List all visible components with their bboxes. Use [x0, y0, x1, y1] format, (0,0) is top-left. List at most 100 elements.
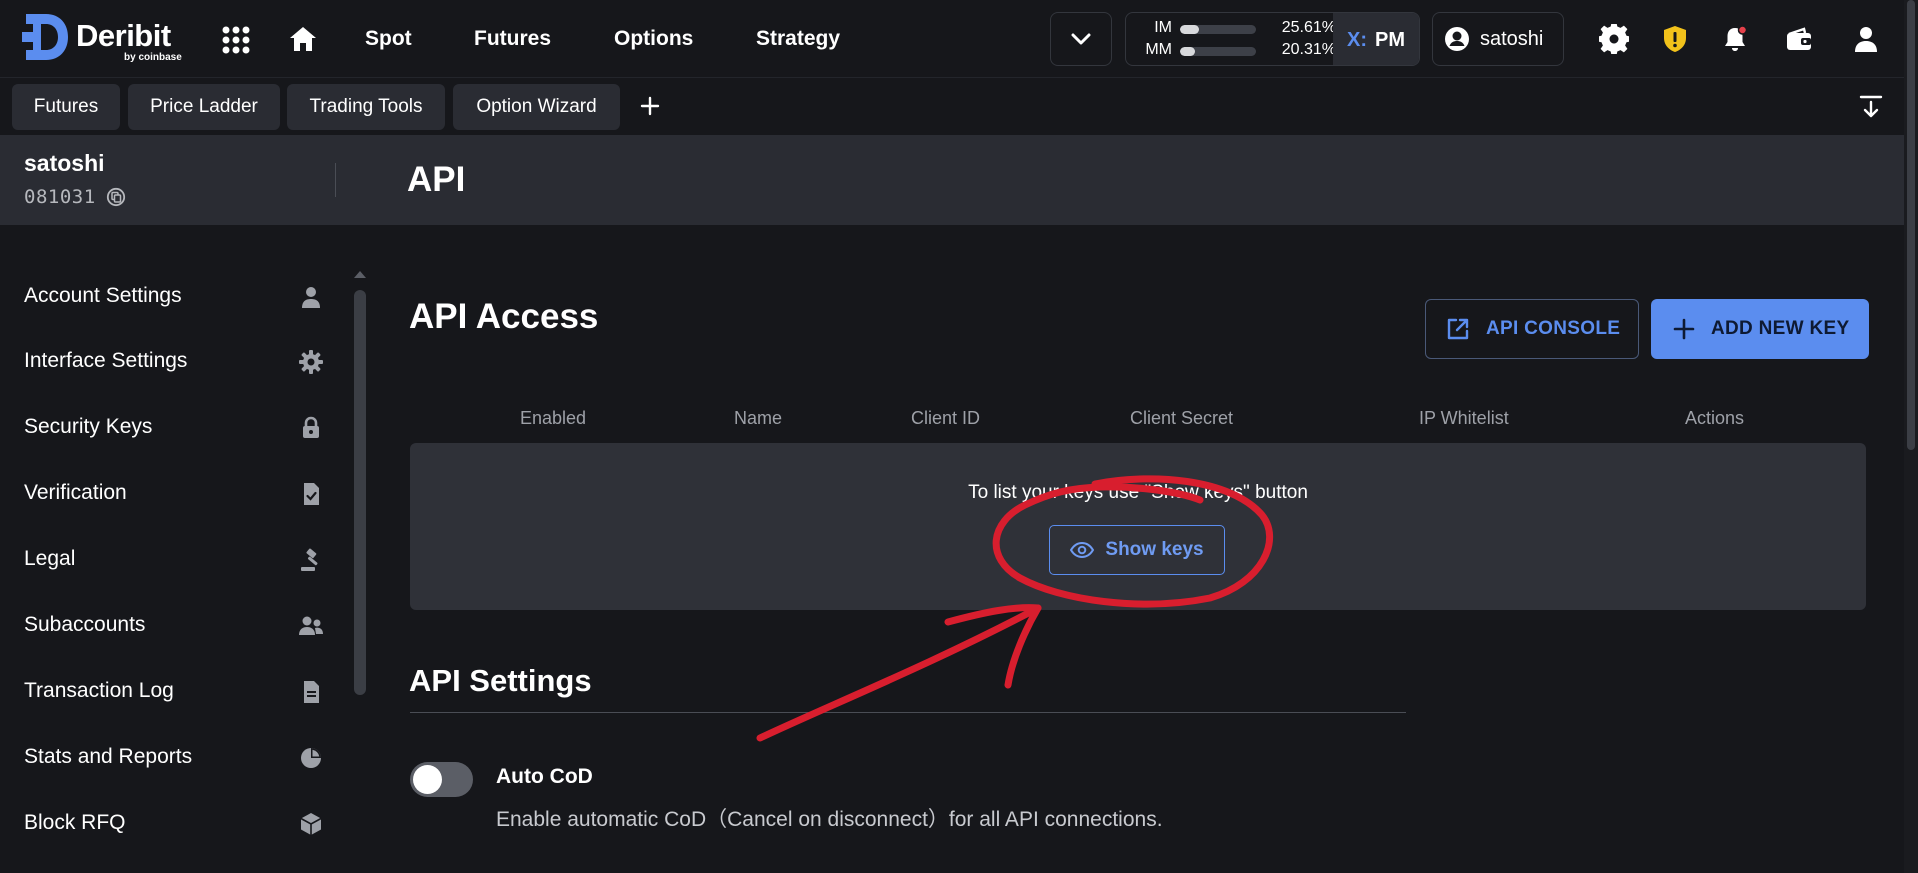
add-tab-plus-icon[interactable]: [636, 92, 664, 120]
api-settings-divider: [410, 712, 1406, 713]
mm-value: 20.31%: [1281, 41, 1336, 58]
sidebar-scroll-up-icon[interactable]: [353, 268, 367, 280]
sidebar-item-label: Transaction Log: [24, 679, 174, 702]
auto-cod-title: Auto CoD: [496, 765, 593, 788]
deribit-logo-icon: [22, 14, 68, 60]
keys-empty-message: To list your keys use "Show keys" button: [968, 482, 1308, 503]
auto-cod-description: Enable automatic CoD（Cancel on disconnec…: [496, 808, 1163, 831]
nav-spot[interactable]: Spot: [365, 27, 412, 51]
mm-label: MM: [1145, 41, 1172, 58]
header-divider: [335, 163, 336, 197]
page-header: [0, 135, 1904, 225]
sidebar-item-label: Security Keys: [24, 415, 153, 438]
mm-bar: [1180, 47, 1256, 56]
plus-icon: [1673, 318, 1695, 340]
tab-trading-tools[interactable]: Trading Tools: [287, 84, 445, 130]
column-header-enabled[interactable]: Enabled: [520, 408, 586, 429]
eye-icon: [1070, 542, 1095, 558]
page-title: API: [407, 160, 466, 199]
column-header-client-secret[interactable]: Client Secret: [1130, 408, 1233, 429]
sidebar-item-legal[interactable]: Legal: [0, 533, 330, 587]
top-navigation-bar: Deribit by coinbase Spot Futures Options…: [0, 0, 1918, 78]
im-bar: [1180, 25, 1256, 34]
annotation-arrow-shaft: [756, 604, 1042, 742]
margin-mode-value: PM: [1375, 28, 1405, 51]
checked-document-icon: [304, 483, 319, 505]
pie-chart-icon: [301, 748, 321, 768]
sidebar-item-interface-settings[interactable]: Interface Settings: [0, 335, 330, 389]
sidebar-item-block-rfq[interactable]: Block RFQ: [0, 797, 330, 851]
chevron-down-icon: [1071, 33, 1091, 45]
document-icon: [304, 681, 319, 703]
margin-summary[interactable]: IM 25.61% MM 20.31% X: PM: [1125, 12, 1420, 66]
sidebar-item-label: Legal: [24, 547, 76, 570]
sidebar-item-label: Verification: [24, 481, 127, 504]
margin-mode-prefix: X:: [1347, 28, 1367, 51]
lock-icon: [303, 416, 319, 438]
gear-icon[interactable]: [1599, 24, 1629, 54]
shield-warning-icon[interactable]: [1660, 24, 1690, 54]
account-name: satoshi: [24, 150, 105, 176]
sidebar-item-label: Block RFQ: [24, 811, 126, 834]
margin-mode-badge[interactable]: X: PM: [1333, 13, 1419, 65]
nav-strategy[interactable]: Strategy: [756, 27, 840, 51]
home-icon[interactable]: [288, 24, 318, 54]
cube-icon: [300, 813, 322, 835]
maintenance-margin-row: MM 20.31%: [1136, 41, 1336, 61]
tab-futures[interactable]: Futures: [12, 84, 120, 130]
brand-byline: by coinbase: [124, 52, 182, 63]
im-value: 25.61%: [1281, 19, 1336, 36]
add-new-key-button[interactable]: ADD NEW KEY: [1651, 299, 1869, 359]
account-switcher-name: satoshi: [1480, 27, 1544, 50]
page-scrollbar[interactable]: [1904, 0, 1918, 873]
auto-cod-toggle[interactable]: [410, 762, 473, 797]
page-scrollbar-thumb[interactable]: [1907, 0, 1915, 450]
notification-bell-icon[interactable]: [1720, 24, 1750, 54]
sidebar-item-label: Account Settings: [24, 284, 182, 307]
account-switcher[interactable]: satoshi: [1432, 12, 1564, 66]
instrument-dropdown-button[interactable]: [1050, 12, 1112, 66]
api-console-label: API CONSOLE: [1486, 318, 1621, 339]
column-header-client-id[interactable]: Client ID: [911, 408, 980, 429]
gear-icon: [299, 350, 323, 374]
account-id: 081031: [24, 186, 96, 208]
wallet-icon[interactable]: [1784, 24, 1814, 54]
column-header-name[interactable]: Name: [734, 408, 782, 429]
mm-bar-fill: [1180, 47, 1196, 56]
show-keys-button[interactable]: Show keys: [1049, 525, 1225, 575]
sidebar-item-account-settings[interactable]: Account Settings: [0, 270, 330, 324]
column-header-actions[interactable]: Actions: [1685, 408, 1744, 429]
im-bar-fill: [1180, 25, 1200, 34]
toggle-knob: [413, 765, 442, 794]
sidebar-item-verification[interactable]: Verification: [0, 467, 330, 521]
sidebar-item-transaction-log[interactable]: Transaction Log: [0, 665, 330, 719]
profile-icon[interactable]: [1851, 24, 1881, 54]
api-console-button[interactable]: API CONSOLE: [1425, 299, 1639, 359]
tab-option-wizard[interactable]: Option Wizard: [453, 84, 620, 130]
sidebar-item-subaccounts[interactable]: Subaccounts: [0, 599, 330, 653]
brand-name: Deribit: [76, 18, 171, 53]
gavel-icon: [301, 548, 318, 571]
sidebar-item-label: Subaccounts: [24, 613, 146, 636]
tab-price-ladder[interactable]: Price Ladder: [128, 84, 280, 130]
user-circle-icon: [1445, 27, 1469, 51]
sidebar-item-stats-and-reports[interactable]: Stats and Reports: [0, 731, 330, 785]
apps-grid-icon[interactable]: [222, 26, 250, 54]
im-label: IM: [1154, 19, 1172, 36]
sidebar-item-label: Stats and Reports: [24, 745, 193, 768]
add-new-key-label: ADD NEW KEY: [1711, 318, 1850, 339]
sidebar-item-security-keys[interactable]: Security Keys: [0, 401, 330, 455]
show-keys-label: Show keys: [1105, 539, 1204, 560]
initial-margin-row: IM 25.61%: [1136, 19, 1336, 39]
sidebar-item-label: Interface Settings: [24, 349, 188, 372]
api-settings-title: API Settings: [409, 663, 592, 698]
nav-options[interactable]: Options: [614, 27, 693, 51]
external-link-icon: [1447, 318, 1469, 340]
api-keys-panel: To list your keys use "Show keys" button…: [410, 443, 1866, 610]
workspace-tab-strip: Futures Price Ladder Trading Tools Optio…: [0, 78, 1918, 135]
copy-icon[interactable]: [106, 187, 126, 207]
sidebar-scrollbar[interactable]: [354, 290, 366, 695]
collapse-download-icon[interactable]: [1858, 94, 1884, 120]
column-header-ip-whitelist[interactable]: IP Whitelist: [1419, 408, 1509, 429]
nav-futures[interactable]: Futures: [474, 27, 551, 51]
